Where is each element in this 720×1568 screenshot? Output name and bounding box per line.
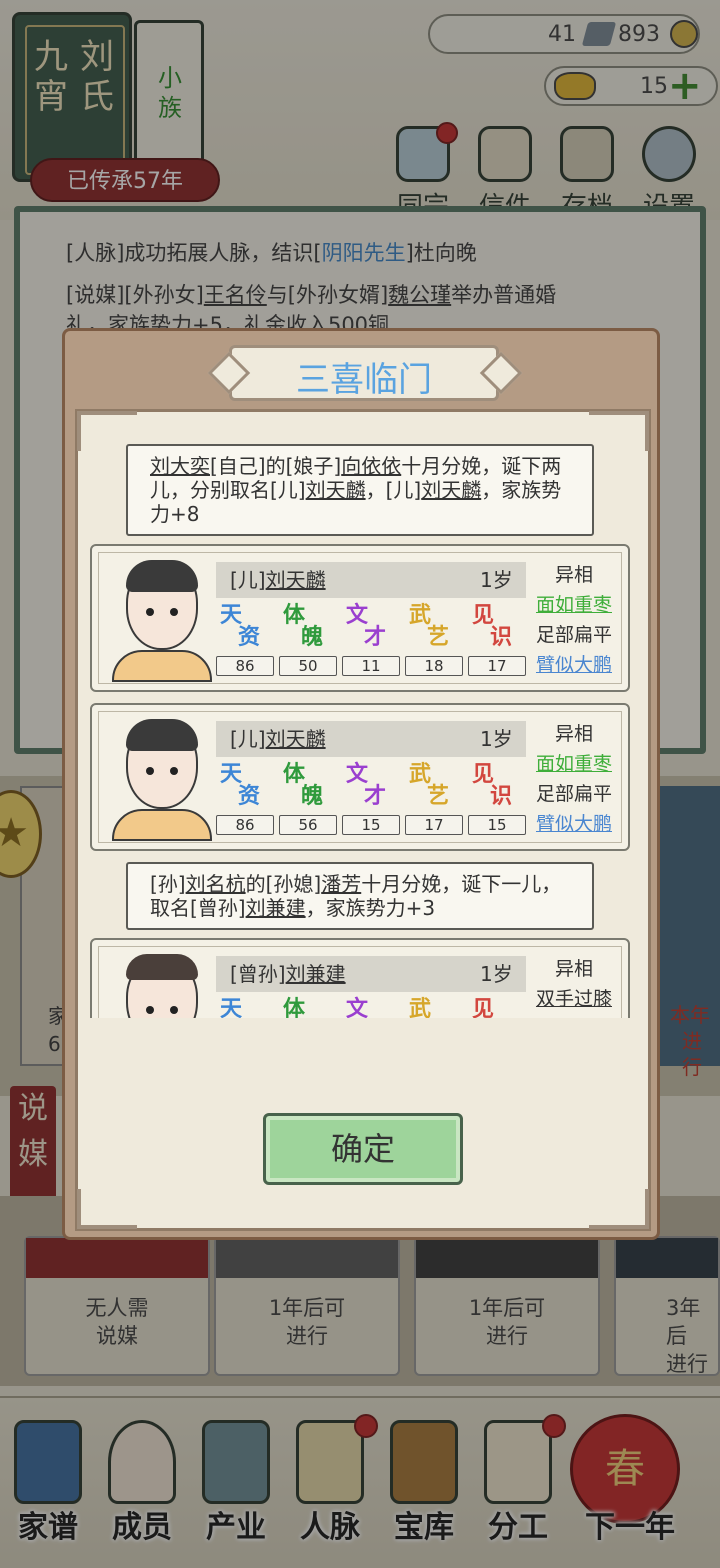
trait-link[interactable]: 面如重枣 <box>524 749 624 779</box>
child-card[interactable]: [曾孙]刘兼建 1岁 天 体 文 武 见 异相 双手过膝 <box>90 938 630 1018</box>
dialog-title: 三喜临门 <box>296 360 432 400</box>
birth-event-text: [孙]刘名杭的[孙媳]潘芳十月分娩，诞下一儿，取名[曾孙]刘兼建，家族势力+3 <box>126 862 594 930</box>
trait-link[interactable]: 足部扁平 <box>524 779 624 809</box>
child-avatar <box>112 554 212 682</box>
corner-ornament <box>77 1189 137 1229</box>
attr-martial: 武艺 18 <box>405 604 463 676</box>
attr-aptitude: 天 <box>220 996 243 1018</box>
title-plate: 三喜临门 <box>207 345 523 401</box>
trait-link[interactable]: 双手过膝 <box>524 984 624 1014</box>
attr-physique: 体魄 56 <box>279 763 337 835</box>
stat-value: 17 <box>468 656 526 676</box>
stat-value: 56 <box>279 815 337 835</box>
attr-literary: 文 <box>346 996 369 1018</box>
child-avatar <box>112 948 212 1018</box>
stat-value: 18 <box>405 656 463 676</box>
attr-aptitude: 天资 86 <box>216 604 274 676</box>
attr-physique: 体魄 50 <box>279 604 337 676</box>
attr-martial: 武艺 17 <box>405 763 463 835</box>
stat-value: 50 <box>279 656 337 676</box>
child-name-bar: [儿]刘天麟 1岁 <box>216 562 526 598</box>
child-name-bar: [儿]刘天麟 1岁 <box>216 721 526 757</box>
trait-link[interactable]: 足部扁平 <box>524 620 624 650</box>
trait-link[interactable]: 臂似大鹏 <box>524 650 624 680</box>
child-avatar <box>112 713 212 841</box>
attr-aptitude: 天资 86 <box>216 763 274 835</box>
traits-list: 异相 面如重枣 足部扁平 臂似大鹏 <box>524 560 624 680</box>
child-card[interactable]: [儿]刘天麟 1岁 天资 86 体魄 56 文才 15 武艺 17 见识 15 … <box>90 703 630 851</box>
stat-value: 15 <box>342 815 400 835</box>
birth-event-text: 刘大奕[自己]的[娘子]向依依十月分娩，诞下两儿，分别取名[儿]刘天麟，[儿]刘… <box>126 444 594 536</box>
attr-literary: 文才 15 <box>342 763 400 835</box>
confirm-button[interactable]: 确定 <box>263 1113 463 1185</box>
corner-ornament <box>589 1189 649 1229</box>
attr-martial: 武 <box>409 996 432 1018</box>
stat-value: 17 <box>405 815 463 835</box>
child-name-bar: [曾孙]刘兼建 1岁 <box>216 956 526 992</box>
stat-value: 86 <box>216 815 274 835</box>
traits-list: 异相 双手过膝 <box>524 954 624 1014</box>
stat-value: 11 <box>342 656 400 676</box>
child-card[interactable]: [儿]刘天麟 1岁 天资 86 体魄 50 文才 11 武艺 18 见识 17 … <box>90 544 630 692</box>
attr-insight: 见识 17 <box>468 604 526 676</box>
stat-value: 86 <box>216 656 274 676</box>
attr-physique: 体 <box>283 996 306 1018</box>
attr-insight: 见 <box>472 996 495 1018</box>
child-age: 1岁 <box>480 568 513 592</box>
child-age: 1岁 <box>480 727 513 751</box>
attr-literary: 文才 11 <box>342 604 400 676</box>
traits-list: 异相 面如重枣 足部扁平 臂似大鹏 <box>524 719 624 839</box>
trait-link[interactable]: 面如重枣 <box>524 590 624 620</box>
attr-insight: 见识 15 <box>468 763 526 835</box>
child-age: 1岁 <box>480 962 513 986</box>
trait-link[interactable]: 臂似大鹏 <box>524 809 624 839</box>
birth-list[interactable]: 刘大奕[自己]的[娘子]向依依十月分娩，诞下两儿，分别取名[儿]刘天麟，[儿]刘… <box>90 436 630 1018</box>
stat-value: 15 <box>468 815 526 835</box>
